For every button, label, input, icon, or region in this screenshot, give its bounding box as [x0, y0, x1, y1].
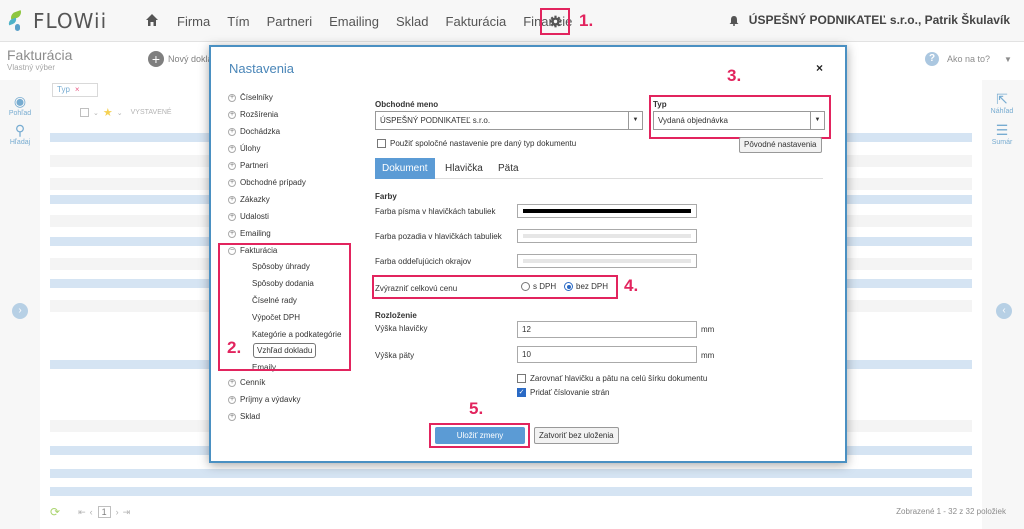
home-icon[interactable]: [145, 13, 161, 29]
plus-icon: +: [228, 229, 236, 238]
tab-dokument[interactable]: Dokument: [375, 158, 435, 179]
annotation-4: 4.: [624, 276, 639, 295]
nav-item-fakturacia[interactable]: Fakturácia: [446, 14, 507, 29]
type-select[interactable]: Vydaná objednávka ▼: [653, 111, 825, 130]
logo-text: FLOWii: [33, 9, 108, 33]
main-nav: Firma Tím Partneri Emailing Sklad Faktur…: [145, 0, 589, 42]
header-height-input[interactable]: 12: [517, 321, 697, 338]
header-height-unit: mm: [701, 325, 715, 334]
tree-item-emailing[interactable]: + Emailing: [228, 229, 271, 238]
footer-height-unit: mm: [701, 351, 715, 360]
plus-icon: +: [228, 144, 236, 153]
plus-icon: +: [228, 378, 236, 387]
logo-leaf-icon: [7, 10, 28, 32]
settings-modal: Nastavenia × + Číselníky + Rozšírenia + Doc…: [209, 45, 847, 463]
tree-item-prijmy-vydavky[interactable]: + Príjmy a výdavky: [228, 395, 300, 404]
company-label: Obchodné meno: [375, 100, 439, 109]
page-numbers-checkbox[interactable]: ✓ Pridať číslovanie strán: [517, 388, 609, 397]
tab-hlavicka[interactable]: Hlavička: [438, 158, 490, 179]
nav-item-partneri[interactable]: Partneri: [267, 14, 313, 29]
font-color-picker[interactable]: [517, 204, 697, 218]
tree-item-dochadzka[interactable]: + Dochádzka: [228, 127, 280, 136]
settings-gear-button[interactable]: [540, 8, 570, 35]
align-full-width-checkbox[interactable]: Zarovnať hlavičku a pätu na celú šírku d…: [517, 374, 707, 383]
border-color-picker[interactable]: [517, 254, 697, 268]
original-settings-button[interactable]: Pôvodné nastavenia: [739, 137, 822, 153]
type-label: Typ: [653, 100, 667, 109]
use-common-checkbox[interactable]: Použiť spoločné nastavenie pre daný typ …: [377, 139, 576, 148]
plus-icon: +: [228, 178, 236, 187]
plus-icon: +: [228, 395, 236, 404]
nav-item-firma[interactable]: Firma: [177, 14, 210, 29]
form-tabs: Dokument Hlavička Päta: [375, 158, 823, 179]
tree-item-sklad[interactable]: + Sklad: [228, 412, 260, 421]
tree-item-rozsirenia[interactable]: + Rozšírenia: [228, 110, 278, 119]
user-company-name[interactable]: ÚSPEŠNÝ PODNIKATEĽ s.r.o., Patrik Škulav…: [749, 13, 1010, 27]
tree-item-cennik[interactable]: + Cenník: [228, 378, 265, 387]
annotation-2: 2.: [227, 338, 242, 357]
radio-with-vat[interactable]: s DPH: [521, 282, 556, 291]
nav-item-tim[interactable]: Tím: [227, 14, 249, 29]
tree-item-partneri[interactable]: + Partneri: [228, 161, 268, 170]
nav-item-emailing[interactable]: Emailing: [329, 14, 379, 29]
plus-icon: +: [228, 195, 236, 204]
radio-without-vat[interactable]: bez DPH: [564, 282, 608, 291]
caret-down-icon: ▼: [628, 112, 642, 129]
plus-icon: +: [228, 127, 236, 136]
annotation-1: 1.: [579, 11, 594, 30]
background-color-label: Farba pozadia v hlavičkách tabuliek: [375, 232, 502, 241]
colors-heading: Farby: [375, 192, 397, 201]
layout-heading: Rozloženie: [375, 311, 417, 320]
modal-title: Nastavenia: [229, 61, 295, 76]
tree-item-ciselniky[interactable]: + Číselníky: [228, 93, 273, 102]
user-area[interactable]: ÚSPEŠNÝ PODNIKATEĽ s.r.o., Patrik Škulav…: [729, 13, 1010, 27]
annotation-5: 5.: [469, 399, 484, 418]
annotation-3: 3.: [727, 66, 742, 85]
caret-down-icon: ▼: [810, 112, 824, 129]
gear-icon: [549, 15, 561, 28]
bell-icon[interactable]: [729, 15, 739, 26]
tree-item-udalosti[interactable]: + Udalosti: [228, 212, 269, 221]
check-icon: ✓: [517, 388, 526, 397]
flowii-logo[interactable]: FLOWii: [7, 9, 108, 33]
plus-icon: +: [228, 161, 236, 170]
plus-icon: +: [228, 412, 236, 421]
nav-item-sklad[interactable]: Sklad: [396, 14, 429, 29]
tree-sub-vzhlad-dokladu[interactable]: Vzhľad dokladu: [253, 343, 317, 358]
save-changes-button[interactable]: Uložiť zmeny: [435, 427, 525, 444]
background-color-picker[interactable]: [517, 229, 697, 243]
footer-height-input[interactable]: 10: [517, 346, 697, 363]
close-without-saving-button[interactable]: Zatvoriť bez uloženia: [534, 427, 619, 444]
tree-item-zakazky[interactable]: + Zákazky: [228, 195, 270, 204]
top-navbar: FLOWii Firma Tím Partneri Emailing Sklad…: [0, 0, 1024, 42]
plus-icon: +: [228, 110, 236, 119]
tab-pata[interactable]: Päta: [491, 158, 526, 179]
company-select[interactable]: ÚSPEŠNÝ PODNIKATEĽ s.r.o. ▼: [375, 111, 643, 130]
tree-item-obchodne-pripady[interactable]: + Obchodné prípady: [228, 178, 306, 187]
plus-icon: +: [228, 93, 236, 102]
footer-height-label: Výška päty: [375, 351, 415, 360]
border-color-label: Farba oddeľujúcich okrajov: [375, 257, 472, 266]
header-height-label: Výška hlavičky: [375, 324, 428, 333]
tree-item-ulohy[interactable]: + Úlohy: [228, 144, 260, 153]
plus-icon: +: [228, 212, 236, 221]
highlight-total-label: Zvýrazniť celkovú cenu: [375, 284, 458, 293]
font-color-label: Farba písma v hlavičkách tabuliek: [375, 207, 496, 216]
close-icon[interactable]: ×: [816, 61, 823, 75]
